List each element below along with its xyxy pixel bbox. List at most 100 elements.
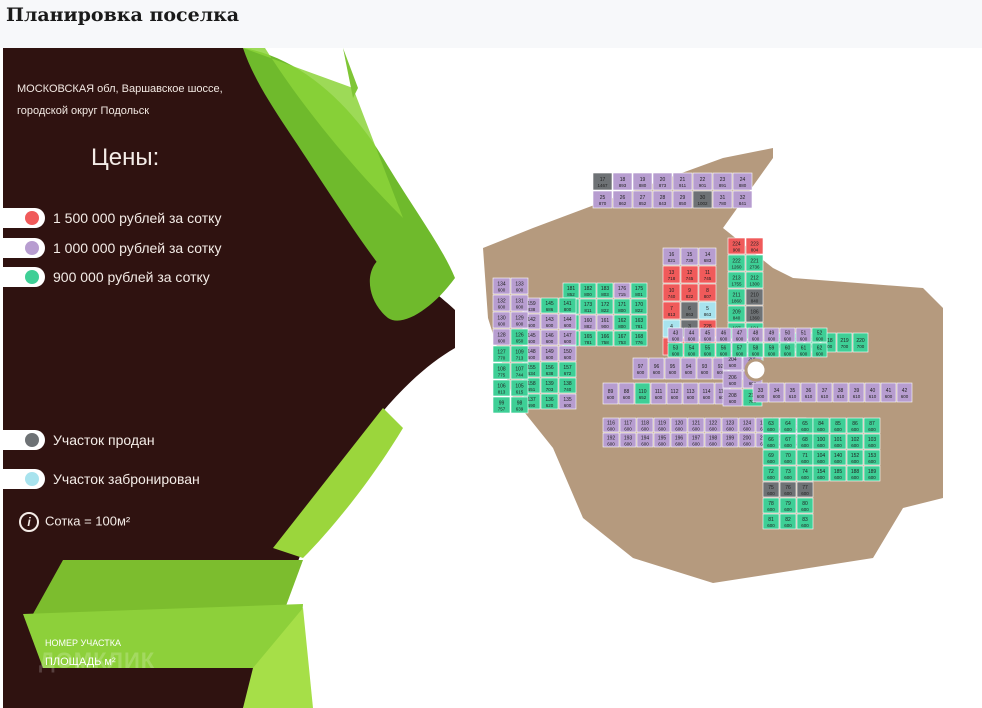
plot-208[interactable]: 208600	[722, 388, 743, 407]
plot-127[interactable]: 127770	[492, 345, 511, 363]
plot-38[interactable]: 38610	[832, 382, 849, 403]
plot-198[interactable]: 198600	[704, 432, 722, 448]
plot-31[interactable]: 31780	[712, 190, 733, 209]
plot-8[interactable]: 8807	[698, 283, 717, 302]
plot-167[interactable]: 167753	[613, 330, 631, 347]
plot-16[interactable]: 16821	[662, 247, 681, 266]
plot-152[interactable]: 152600	[846, 449, 864, 466]
plot-44[interactable]: 44600	[683, 327, 700, 343]
plot-25[interactable]: 25870	[592, 190, 613, 209]
plot-222[interactable]: 2221260	[727, 254, 746, 272]
plot-101[interactable]: 101600	[829, 433, 847, 450]
plot-136[interactable]: 136620	[540, 393, 559, 410]
plot-139[interactable]: 139703	[540, 377, 559, 394]
plot-23[interactable]: 23891	[712, 172, 733, 191]
plot-175[interactable]: 175801	[630, 282, 648, 299]
plot-121[interactable]: 121600	[687, 417, 705, 433]
plot-149[interactable]: 149600	[540, 345, 559, 362]
plot-154[interactable]: 154600	[812, 465, 830, 482]
plot-20[interactable]: 20873	[652, 172, 673, 191]
plot-6[interactable]: 6863	[680, 301, 699, 320]
plot-146[interactable]: 146600	[540, 329, 559, 346]
plot-185[interactable]: 185600	[829, 465, 847, 482]
plot-34[interactable]: 34600	[768, 382, 785, 403]
plot-183[interactable]: 183803	[596, 282, 614, 299]
plot-39[interactable]: 39610	[848, 382, 865, 403]
plot-118[interactable]: 118600	[636, 417, 654, 433]
plot-168[interactable]: 168776	[630, 330, 648, 347]
plot-123[interactable]: 123600	[721, 417, 739, 433]
plot-65[interactable]: 65600	[796, 417, 814, 434]
plot-213[interactable]: 2131755	[727, 271, 746, 289]
plot-199[interactable]: 199600	[721, 432, 739, 448]
plot-171[interactable]: 171800	[613, 298, 631, 315]
plot-52[interactable]: 52600	[811, 327, 828, 343]
plot-5[interactable]: 5863	[698, 301, 717, 320]
plot-147[interactable]: 147600	[558, 329, 577, 346]
plot-120[interactable]: 120600	[670, 417, 688, 433]
plot-109[interactable]: 109713	[510, 345, 529, 363]
plot-211[interactable]: 2111860	[727, 288, 746, 306]
plot-43[interactable]: 43600	[667, 327, 684, 343]
plot-46[interactable]: 46600	[715, 327, 732, 343]
plot-112[interactable]: 112600	[666, 382, 683, 405]
plot-153[interactable]: 153600	[863, 449, 881, 466]
plot-161[interactable]: 161900	[596, 314, 614, 331]
plot-192[interactable]: 192600	[602, 432, 620, 448]
plot-197[interactable]: 197600	[687, 432, 705, 448]
plot-47[interactable]: 47600	[731, 327, 748, 343]
plot-85[interactable]: 85600	[829, 417, 847, 434]
plot-32[interactable]: 32841	[732, 190, 753, 209]
plot-79[interactable]: 79600	[779, 497, 797, 514]
plot-81[interactable]: 81600	[762, 513, 780, 530]
plot-126[interactable]: 126650	[510, 328, 529, 346]
plot-94[interactable]: 94600	[680, 357, 697, 380]
plot-57[interactable]: 57600	[731, 342, 748, 358]
plot-56[interactable]: 56600	[715, 342, 732, 358]
plot-176[interactable]: 176715	[613, 282, 631, 299]
plot-212[interactable]: 2121300	[745, 271, 764, 289]
plot-141[interactable]: 141800	[558, 297, 577, 314]
plot-80[interactable]: 80600	[796, 497, 814, 514]
plot-15[interactable]: 15739	[680, 247, 699, 266]
plot-74[interactable]: 74600	[796, 465, 814, 482]
plot-13[interactable]: 13718	[662, 265, 681, 284]
plot-173[interactable]: 173811	[579, 298, 597, 315]
plot-157[interactable]: 157672	[558, 361, 577, 378]
plot-193[interactable]: 193600	[619, 432, 637, 448]
plot-114[interactable]: 114600	[698, 382, 715, 405]
plot-113[interactable]: 113600	[682, 382, 699, 405]
plot-144[interactable]: 144600	[558, 313, 577, 330]
plot-134[interactable]: 134600	[492, 277, 511, 295]
plot-116[interactable]: 116600	[602, 417, 620, 433]
plot-145[interactable]: 145686	[540, 297, 559, 314]
plot-35[interactable]: 35610	[784, 382, 801, 403]
plot-224[interactable]: 224900	[727, 237, 746, 255]
plot-77[interactable]: 77600	[796, 481, 814, 498]
plot-11[interactable]: 11745	[698, 265, 717, 284]
plot-68[interactable]: 68600	[796, 433, 814, 450]
plot-62[interactable]: 62600	[811, 342, 828, 358]
plot-172[interactable]: 172822	[596, 298, 614, 315]
plot-119[interactable]: 119600	[653, 417, 671, 433]
plot-200[interactable]: 200600	[738, 432, 756, 448]
plot-196[interactable]: 196600	[670, 432, 688, 448]
plot-130[interactable]: 130600	[492, 311, 511, 329]
plot-40[interactable]: 40610	[864, 382, 881, 403]
plot-162[interactable]: 162800	[613, 314, 631, 331]
plot-27[interactable]: 27852	[632, 190, 653, 209]
plot-209[interactable]: 209840	[727, 305, 746, 323]
plot-163[interactable]: 163781	[630, 314, 648, 331]
plot-55[interactable]: 55600	[699, 342, 716, 358]
plot-117[interactable]: 117600	[619, 417, 637, 433]
plot-61[interactable]: 61600	[795, 342, 812, 358]
plot-9[interactable]: 9822	[680, 283, 699, 302]
plot-89[interactable]: 89600	[602, 382, 619, 405]
plot-59[interactable]: 59600	[763, 342, 780, 358]
plot-103[interactable]: 103600	[863, 433, 881, 450]
plot-124[interactable]: 124600	[738, 417, 756, 433]
plot-29[interactable]: 29850	[672, 190, 693, 209]
plot-111[interactable]: 111600	[650, 382, 667, 405]
plot-182[interactable]: 182800	[579, 282, 597, 299]
plot-18[interactable]: 18893	[612, 172, 633, 191]
